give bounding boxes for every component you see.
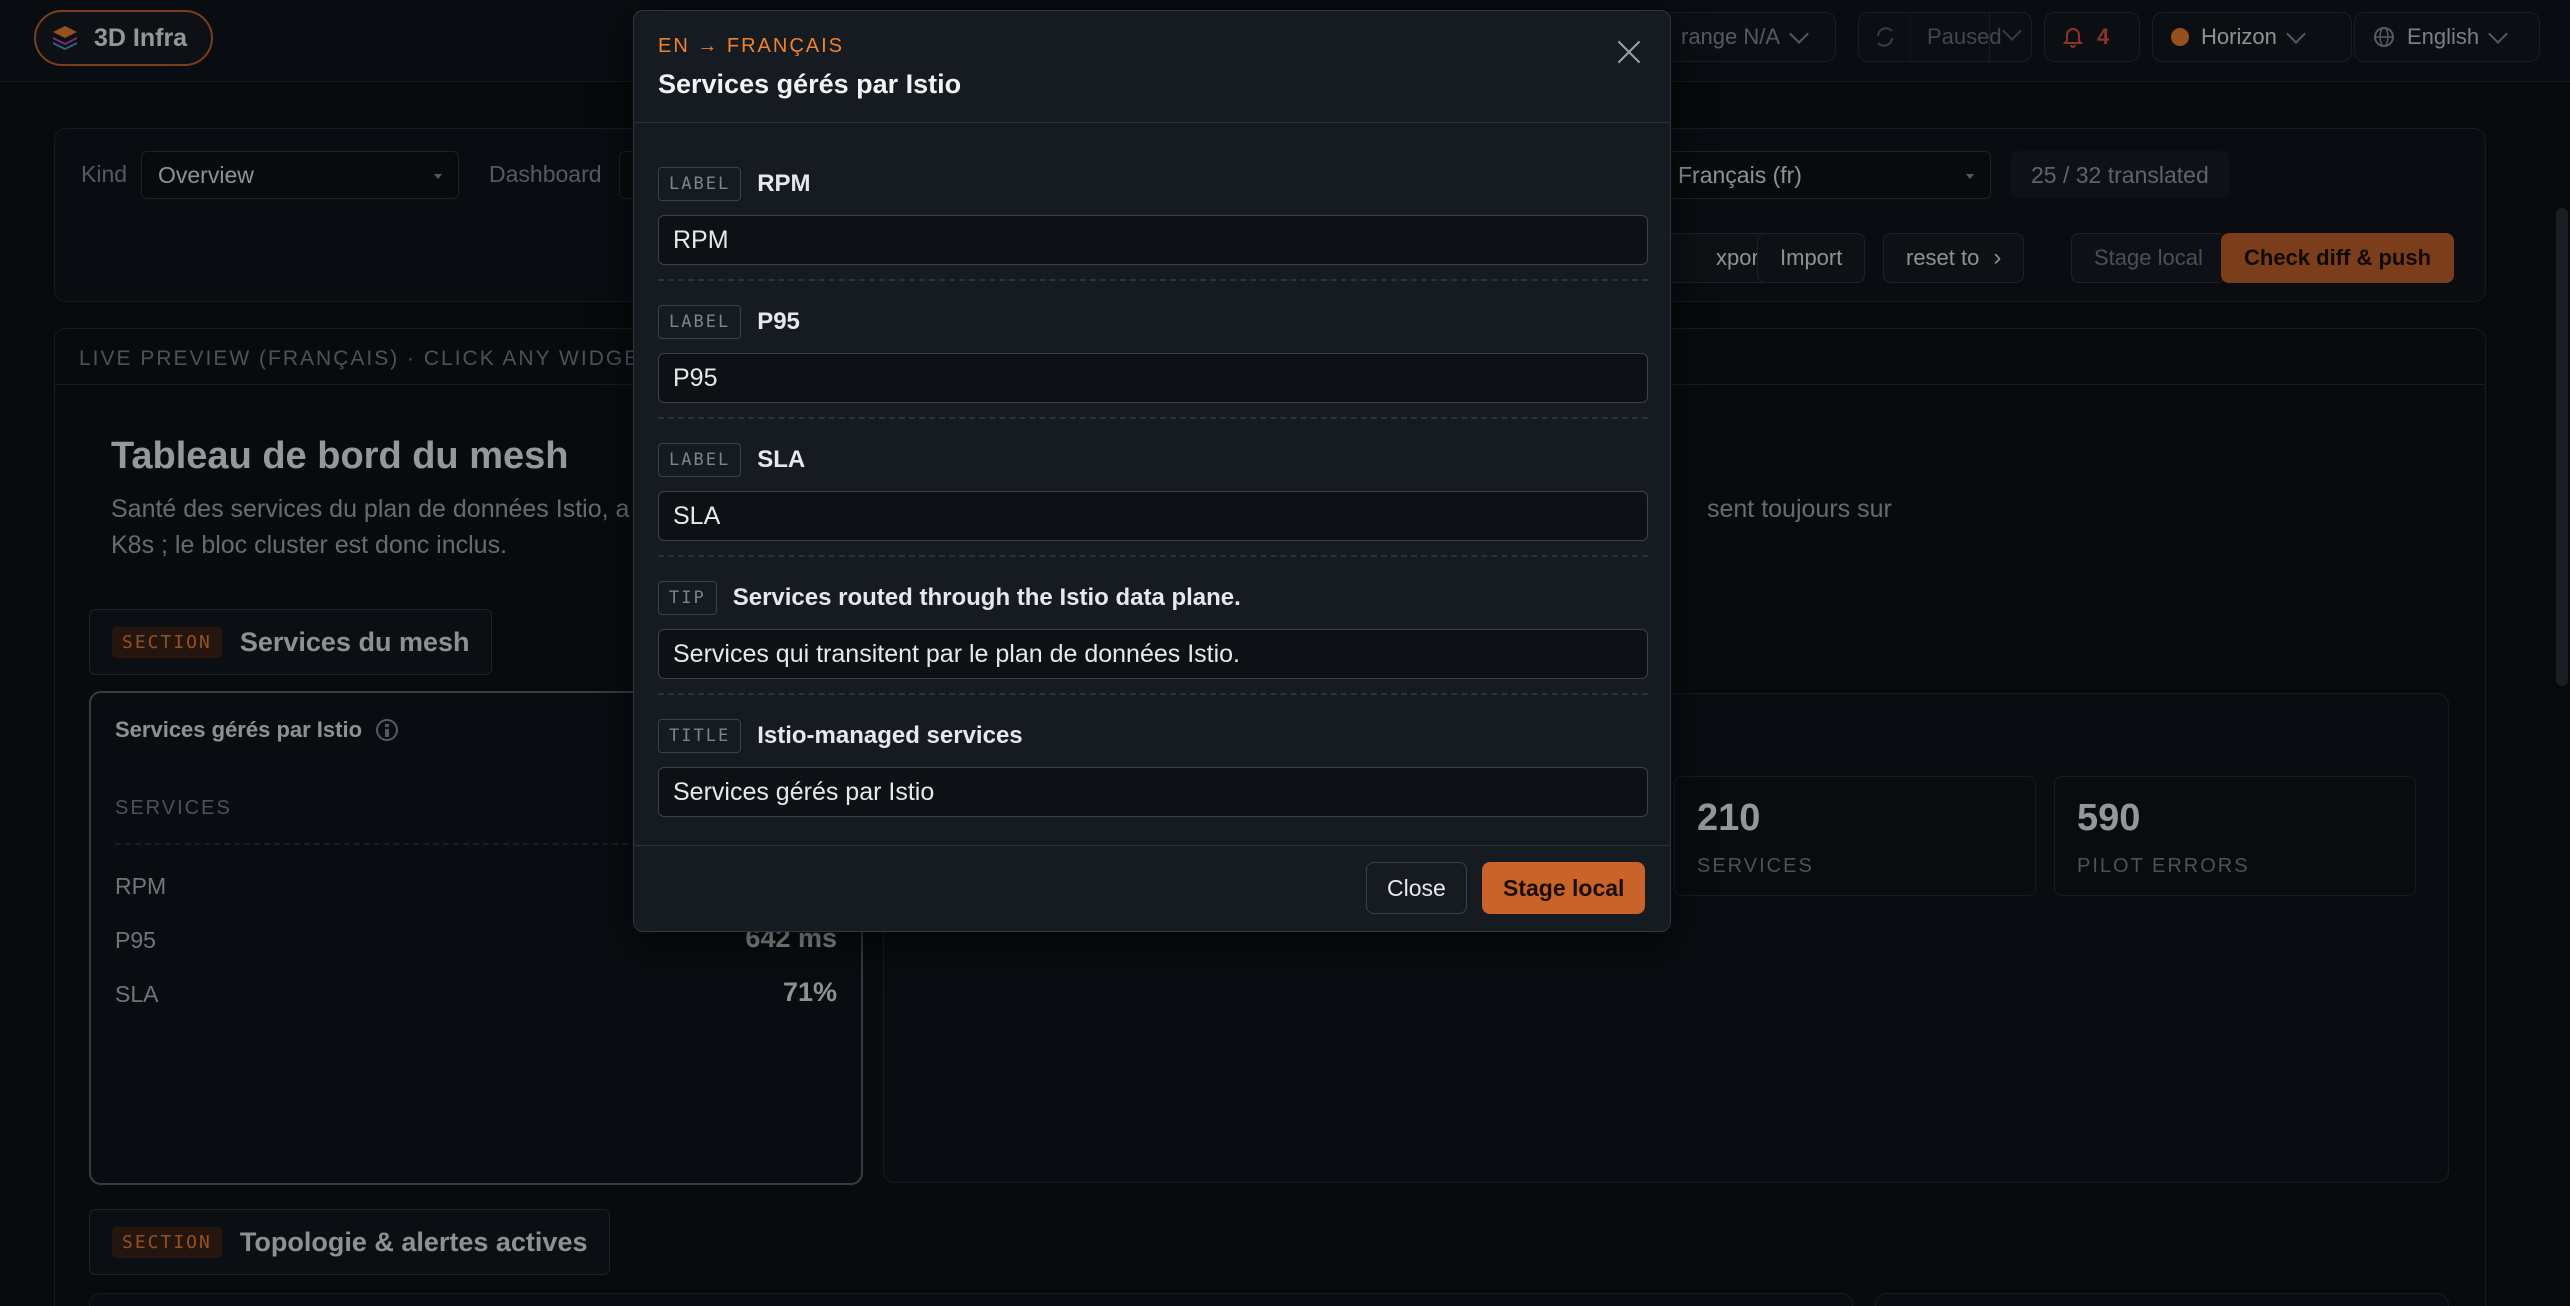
modal-header: EN → FRANÇAIS Services gérés par Istio [634, 11, 1670, 123]
translation-modal: EN → FRANÇAIS Services gérés par Istio L… [633, 10, 1671, 932]
translation-input[interactable] [658, 629, 1648, 679]
translation-entry-p95: LABEL P95 [658, 281, 1648, 419]
close-label: Close [1387, 874, 1446, 901]
source-text: Istio-managed services [757, 722, 1023, 749]
translation-entry-title: TITLE Istio-managed services [658, 695, 1648, 833]
modal-footer: Close Stage local [634, 845, 1670, 931]
entry-header: LABEL RPM [658, 167, 811, 201]
translation-input[interactable] [658, 767, 1648, 817]
translation-entry-rpm: LABEL RPM [658, 143, 1648, 281]
translation-input[interactable] [658, 353, 1648, 403]
kind-tag: LABEL [658, 305, 742, 339]
entry-header: LABEL SLA [658, 443, 805, 477]
kind-tag: LABEL [658, 167, 742, 201]
translation-input[interactable] [658, 491, 1648, 541]
stage-local-modal-button[interactable]: Stage local [1482, 862, 1646, 914]
entry-header: LABEL P95 [658, 305, 800, 339]
source-text: Services routed through the Istio data p… [732, 584, 1241, 611]
kind-tag: LABEL [658, 443, 742, 477]
translation-entry-sla: LABEL SLA [658, 419, 1648, 557]
kind-tag: TIP [658, 581, 717, 615]
modal-title: Services gérés par Istio [658, 69, 962, 99]
source-text: RPM [757, 170, 811, 197]
entry-header: TITLE Istio-managed services [658, 719, 1023, 753]
close-button[interactable]: Close [1366, 862, 1467, 914]
source-text: P95 [757, 308, 800, 335]
stage-local-label: Stage local [1503, 874, 1625, 901]
translation-input[interactable] [658, 215, 1648, 265]
modal-language-pair: EN → FRANÇAIS [658, 35, 845, 57]
entry-header: TIP Services routed through the Istio da… [658, 581, 1241, 615]
translation-entry-tip: TIP Services routed through the Istio da… [658, 557, 1648, 695]
kind-tag: TITLE [658, 719, 742, 753]
close-icon[interactable] [1614, 37, 1644, 67]
source-text: SLA [757, 446, 806, 473]
